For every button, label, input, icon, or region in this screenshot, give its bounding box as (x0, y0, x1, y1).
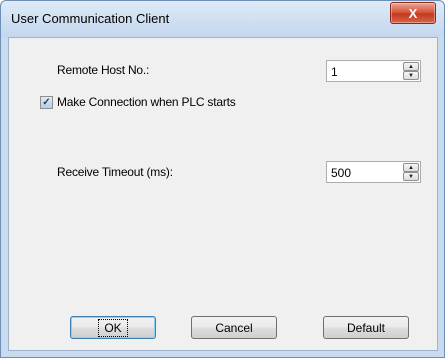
close-button[interactable]: X (390, 2, 436, 24)
ok-button-label: OK (98, 318, 128, 337)
default-button[interactable]: Default (323, 316, 409, 339)
cancel-button-label: Cancel (215, 320, 253, 335)
spin-up-icon[interactable]: ▲ (403, 62, 419, 71)
spin-down-icon[interactable]: ▼ (403, 172, 419, 181)
make-connection-checkbox[interactable]: ✓ (40, 96, 53, 109)
receive-timeout-spinner[interactable]: 500 ▲ ▼ (326, 161, 421, 183)
ok-button[interactable]: OK (70, 316, 156, 339)
remote-host-spinner[interactable]: 1 ▲ ▼ (326, 60, 421, 82)
window-title: User Communication Client (11, 11, 170, 26)
make-connection-label: Make Connection when PLC starts (57, 95, 236, 109)
spin-down-icon[interactable]: ▼ (403, 71, 419, 80)
title-bar: User Communication Client X (1, 1, 444, 37)
default-button-label: Default (346, 320, 386, 335)
receive-timeout-value[interactable]: 500 (331, 166, 351, 180)
close-icon: X (408, 5, 418, 21)
remote-host-label: Remote Host No.: (57, 63, 150, 77)
dialog-window: User Communication Client X Remote Host … (0, 0, 445, 358)
dialog-body: Remote Host No.: 1 ▲ ▼ ✓ Make Connection… (8, 37, 438, 351)
check-icon: ✓ (42, 97, 51, 108)
remote-host-value[interactable]: 1 (331, 65, 338, 79)
cancel-button[interactable]: Cancel (191, 316, 277, 339)
spin-up-icon[interactable]: ▲ (403, 163, 419, 172)
receive-timeout-label: Receive Timeout (ms): (57, 165, 173, 179)
